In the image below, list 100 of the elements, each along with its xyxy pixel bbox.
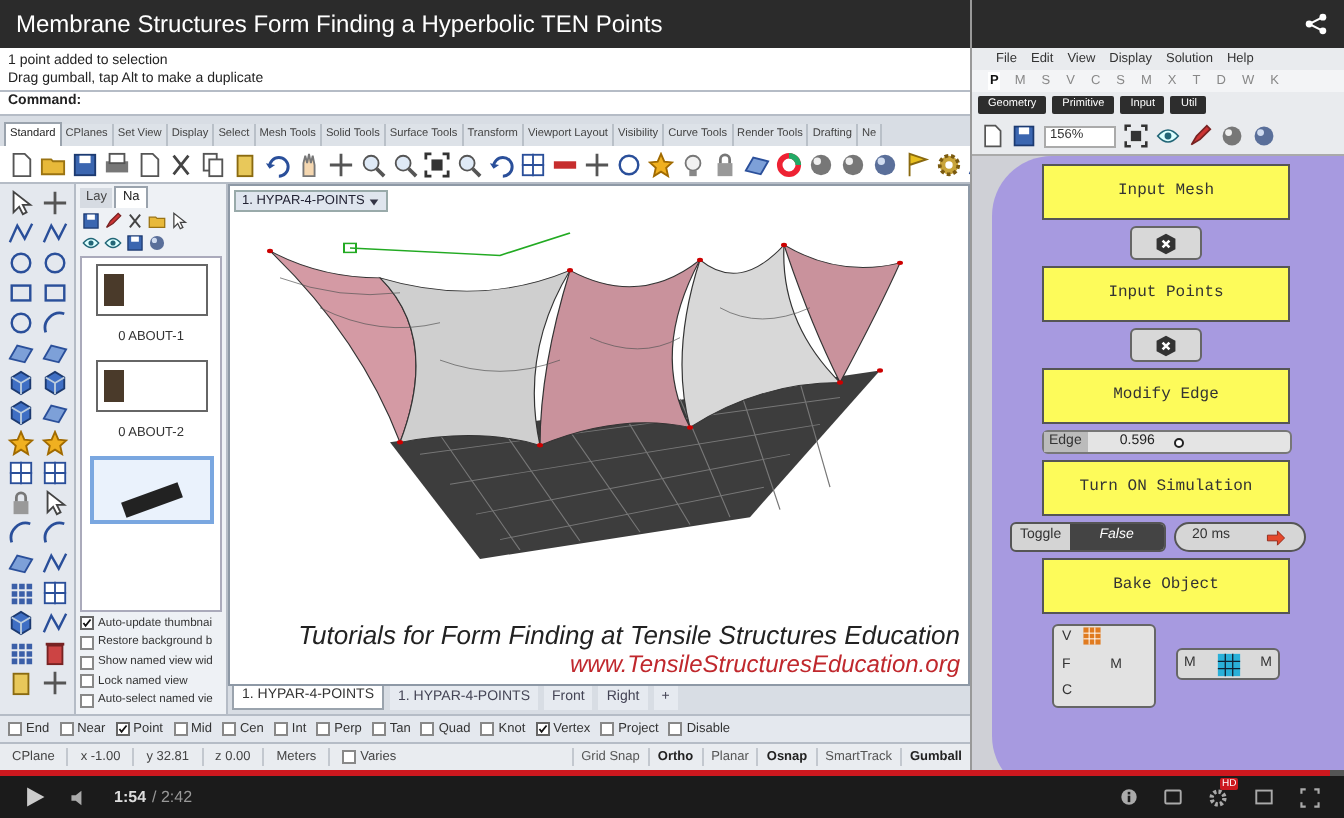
polyline-icon[interactable] — [6, 220, 36, 246]
window-icon[interactable] — [39, 460, 69, 486]
info-icon[interactable] — [1120, 788, 1138, 806]
component-node[interactable] — [1130, 226, 1202, 260]
document-icon[interactable] — [136, 151, 162, 177]
sphere-icon[interactable] — [1252, 124, 1276, 148]
printer-icon[interactable] — [104, 151, 130, 177]
eye-icon[interactable] — [1156, 124, 1180, 148]
view-thumbnail[interactable] — [95, 264, 207, 316]
arc-icon[interactable] — [6, 520, 36, 546]
surface-icon[interactable] — [39, 400, 69, 426]
rectangle-icon[interactable] — [39, 280, 69, 306]
zoom-extents-icon[interactable] — [424, 151, 450, 177]
save-icon[interactable] — [1012, 124, 1036, 148]
document-icon[interactable] — [8, 151, 34, 177]
polyline-icon[interactable] — [39, 550, 69, 576]
checkbox[interactable] — [668, 722, 683, 736]
window-icon[interactable] — [39, 580, 69, 606]
checkbox[interactable] — [80, 636, 94, 651]
checkbox[interactable] — [59, 722, 74, 736]
checkbox[interactable] — [420, 722, 435, 736]
star-icon[interactable] — [648, 151, 674, 177]
arc-icon[interactable] — [39, 520, 69, 546]
surface-icon[interactable] — [6, 340, 36, 366]
checkbox[interactable] — [316, 722, 331, 736]
undo-icon[interactable] — [488, 151, 514, 177]
sphere-icon[interactable] — [148, 234, 166, 252]
slider-thumb[interactable] — [1173, 438, 1184, 448]
circle-icon[interactable] — [6, 310, 36, 336]
eye-icon[interactable] — [82, 234, 100, 252]
captions-icon[interactable] — [1162, 788, 1184, 806]
window-icon[interactable] — [6, 460, 36, 486]
arc-icon[interactable] — [39, 310, 69, 336]
cube-icon[interactable] — [6, 610, 36, 636]
website-link[interactable]: www.TensileStructuresEducation.org — [570, 650, 960, 678]
magnifier-icon[interactable] — [392, 151, 418, 177]
checkbox[interactable] — [173, 722, 187, 736]
star-icon[interactable] — [39, 430, 69, 456]
magnifier-icon[interactable] — [456, 151, 482, 177]
shaded-sphere-icon[interactable] — [1220, 124, 1244, 148]
grid-icon[interactable] — [6, 640, 36, 666]
checkbox[interactable] — [80, 674, 94, 689]
view-thumbnail[interactable] — [95, 359, 207, 412]
theater-icon[interactable] — [1252, 788, 1276, 806]
checkbox[interactable] — [600, 722, 615, 736]
checkbox[interactable] — [80, 694, 94, 709]
fullscreen-icon[interactable] — [1300, 787, 1320, 807]
folder-icon[interactable] — [148, 212, 166, 230]
brush-icon[interactable] — [1188, 124, 1212, 148]
cut-icon[interactable] — [126, 212, 144, 230]
rectangle-icon[interactable] — [6, 280, 36, 306]
polyline-icon[interactable] — [39, 220, 69, 246]
checkbox[interactable] — [221, 722, 236, 736]
flag-icon[interactable] — [904, 151, 930, 177]
settings-icon[interactable] — [1208, 787, 1228, 807]
component-node[interactable] — [1130, 328, 1202, 362]
grid-icon[interactable] — [6, 580, 36, 606]
checkbox[interactable] — [535, 722, 550, 736]
checkbox[interactable] — [371, 722, 386, 736]
shaded-sphere-icon[interactable] — [840, 151, 866, 177]
surface-icon[interactable] — [6, 550, 36, 576]
shaded-sphere-icon[interactable] — [808, 151, 834, 177]
surface-icon[interactable] — [744, 151, 770, 177]
brush-icon[interactable] — [104, 212, 122, 230]
eye-icon[interactable] — [104, 234, 122, 252]
cube-icon[interactable] — [6, 370, 36, 396]
clipboard-icon[interactable] — [232, 151, 258, 177]
checkbox[interactable] — [115, 722, 130, 736]
surface-icon[interactable] — [39, 340, 69, 366]
magnifier-icon[interactable] — [360, 151, 386, 177]
sphere-icon[interactable] — [872, 151, 898, 177]
checkbox[interactable] — [342, 750, 357, 764]
checkbox[interactable] — [80, 616, 94, 631]
window-icon[interactable] — [520, 151, 546, 177]
save-icon[interactable] — [82, 212, 100, 230]
circle-icon[interactable] — [616, 151, 642, 177]
checkbox[interactable] — [273, 722, 288, 736]
checkbox[interactable] — [8, 722, 22, 736]
star-icon[interactable] — [6, 430, 36, 456]
gear-icon[interactable] — [936, 151, 962, 177]
video-title[interactable]: Membrane Structures Form Finding a Hyperbolic TEN Points — [16, 6, 663, 42]
view-thumbnail[interactable] — [89, 455, 213, 523]
share-icon[interactable] — [1304, 12, 1328, 36]
color-wheel-icon[interactable] — [776, 151, 802, 177]
polyline-icon[interactable] — [39, 610, 69, 636]
bulb-icon[interactable] — [680, 151, 706, 177]
circle-icon[interactable] — [6, 250, 36, 276]
save-icon[interactable] — [126, 234, 144, 252]
zoom-extents-icon[interactable] — [1124, 124, 1148, 148]
undo-icon[interactable] — [264, 151, 290, 177]
cursor-icon[interactable] — [170, 212, 188, 230]
play-icon[interactable] — [24, 786, 46, 808]
cube-icon[interactable] — [6, 400, 36, 426]
cube-icon[interactable] — [39, 370, 69, 396]
checkbox[interactable] — [480, 722, 495, 736]
document-icon[interactable] — [980, 124, 1004, 148]
copy-icon[interactable] — [200, 151, 226, 177]
cut-icon[interactable] — [168, 151, 194, 177]
circle-icon[interactable] — [39, 250, 69, 276]
checkbox[interactable] — [80, 655, 94, 670]
